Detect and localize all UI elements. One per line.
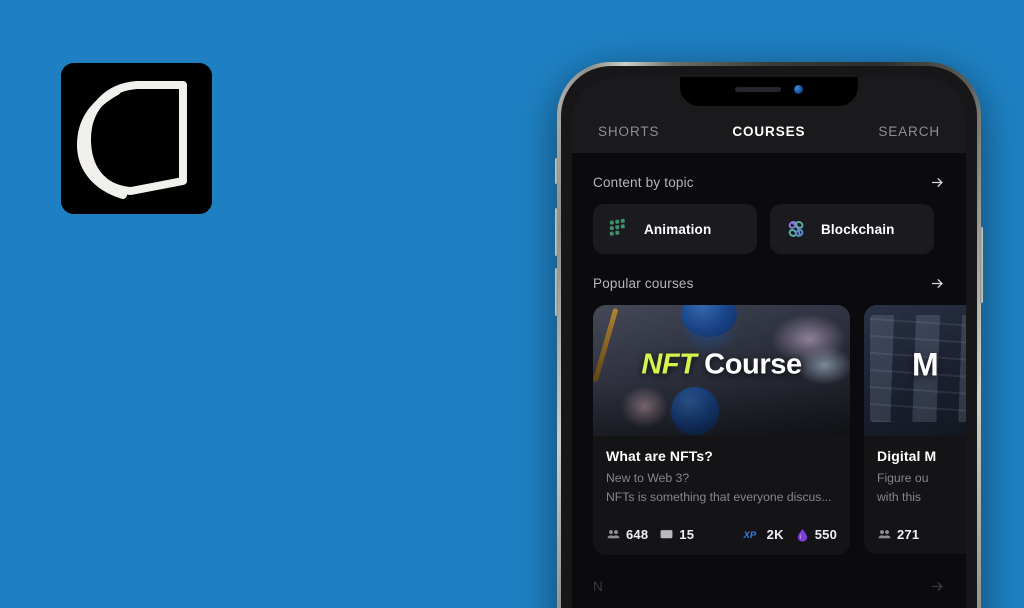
stat-members: 648 xyxy=(606,527,648,542)
course-thumbnail-nft: NFT Course xyxy=(593,305,850,436)
chain-knot-icon xyxy=(788,220,804,237)
stat-xp-value: 2K xyxy=(766,527,784,543)
silent-switch-button[interactable] xyxy=(555,158,558,184)
course-stats-left: 648 15 xyxy=(606,527,694,542)
course-card-nft[interactable]: NFT Course What are NFTs? New to Web 3? … xyxy=(593,305,850,555)
volume-up-button[interactable] xyxy=(555,208,558,256)
section-title-next: N xyxy=(593,578,603,594)
power-button[interactable] xyxy=(980,227,983,303)
speaker-grille-icon xyxy=(735,87,781,92)
course-thumbnail-digital: M xyxy=(864,305,966,436)
volume-down-button[interactable] xyxy=(555,268,558,316)
stat-drops-value: 550 xyxy=(814,527,837,543)
coin-decoration xyxy=(671,387,719,435)
app-logo-mark xyxy=(61,63,212,214)
stat-lessons: 15 xyxy=(659,527,694,542)
topic-label-blockchain: Blockchain xyxy=(821,221,895,237)
course-title: Digital M xyxy=(877,448,937,464)
tab-search[interactable]: SEARCH xyxy=(874,122,944,141)
people-icon xyxy=(878,529,891,539)
topic-chip-list: Animation Blockchain xyxy=(572,204,966,254)
phone-screen: SHORTS COURSES SEARCH Content by topic A… xyxy=(572,77,966,608)
course-card-body: What are NFTs? New to Web 3? NFTs is som… xyxy=(593,436,850,518)
droplet-icon xyxy=(797,528,807,542)
section-header-next: N xyxy=(572,555,966,594)
course-card-digital[interactable]: M Digital M Figure ou with this 271 xyxy=(864,305,966,554)
course-stats-row: 648 15 XP 2K 550 xyxy=(593,518,850,555)
people-icon xyxy=(607,530,620,539)
stat-drops: 550 xyxy=(795,527,837,543)
clapperboard-grid-icon xyxy=(609,218,625,236)
content-scroll-area[interactable]: Content by topic Animation Blockchain Po… xyxy=(572,153,966,608)
section-title-popular-courses: Popular courses xyxy=(593,276,694,291)
section-title-content-by-topic: Content by topic xyxy=(593,175,694,190)
arrow-right-icon[interactable] xyxy=(930,579,945,594)
app-icon[interactable] xyxy=(61,63,212,214)
course-subtitle-line1: Figure ou xyxy=(877,471,929,485)
course-subtitle-line2: NFTs is something that everyone discus..… xyxy=(606,489,832,504)
phone-notch xyxy=(680,77,858,106)
stat-members-value: 271 xyxy=(897,526,920,542)
thumbnail-title-nft: NFT xyxy=(641,348,697,381)
stat-members: 271 xyxy=(877,527,919,542)
topic-chip-blockchain[interactable]: Blockchain xyxy=(770,204,934,254)
course-card-list: NFT Course What are NFTs? New to Web 3? … xyxy=(572,305,966,555)
app-root: SHORTS COURSES SEARCH Content by topic A… xyxy=(572,77,966,608)
stat-xp: XP 2K xyxy=(743,527,784,542)
xp-icon: XP xyxy=(743,530,757,541)
course-stats-row: 271 xyxy=(864,518,966,554)
topic-label-animation: Animation xyxy=(644,221,712,237)
coin-decoration xyxy=(681,305,737,337)
arrow-right-icon[interactable] xyxy=(930,175,945,190)
course-subtitle-line1: New to Web 3? xyxy=(606,471,690,485)
phone-mockup: SHORTS COURSES SEARCH Content by topic A… xyxy=(555,62,983,608)
course-stats-right: XP 2K 550 xyxy=(743,527,837,543)
thumbnail-title: NFT Course xyxy=(593,349,850,382)
thumbnail-title: M xyxy=(864,347,966,384)
course-title: What are NFTs? xyxy=(606,448,713,464)
arrow-right-icon[interactable] xyxy=(930,276,945,291)
course-card-body: Digital M Figure ou with this xyxy=(864,436,966,518)
phone-bezel: SHORTS COURSES SEARCH Content by topic A… xyxy=(561,66,977,608)
stat-lessons-value: 15 xyxy=(679,527,695,543)
section-header-popular-courses: Popular courses xyxy=(572,254,966,305)
thumbnail-title-digital: M xyxy=(912,346,939,383)
tab-courses[interactable]: COURSES xyxy=(728,122,809,141)
screen-icon xyxy=(660,530,673,539)
section-header-topics: Content by topic xyxy=(572,153,966,204)
stat-members-value: 648 xyxy=(626,527,649,543)
svg-text:XP: XP xyxy=(743,530,757,541)
thumbnail-title-course: Course xyxy=(704,348,802,381)
front-camera-icon xyxy=(794,85,803,94)
topic-chip-animation[interactable]: Animation xyxy=(593,204,757,254)
course-subtitle-line2: with this xyxy=(877,489,922,504)
tab-shorts[interactable]: SHORTS xyxy=(594,122,663,141)
course-stats-left: 271 xyxy=(877,527,919,542)
